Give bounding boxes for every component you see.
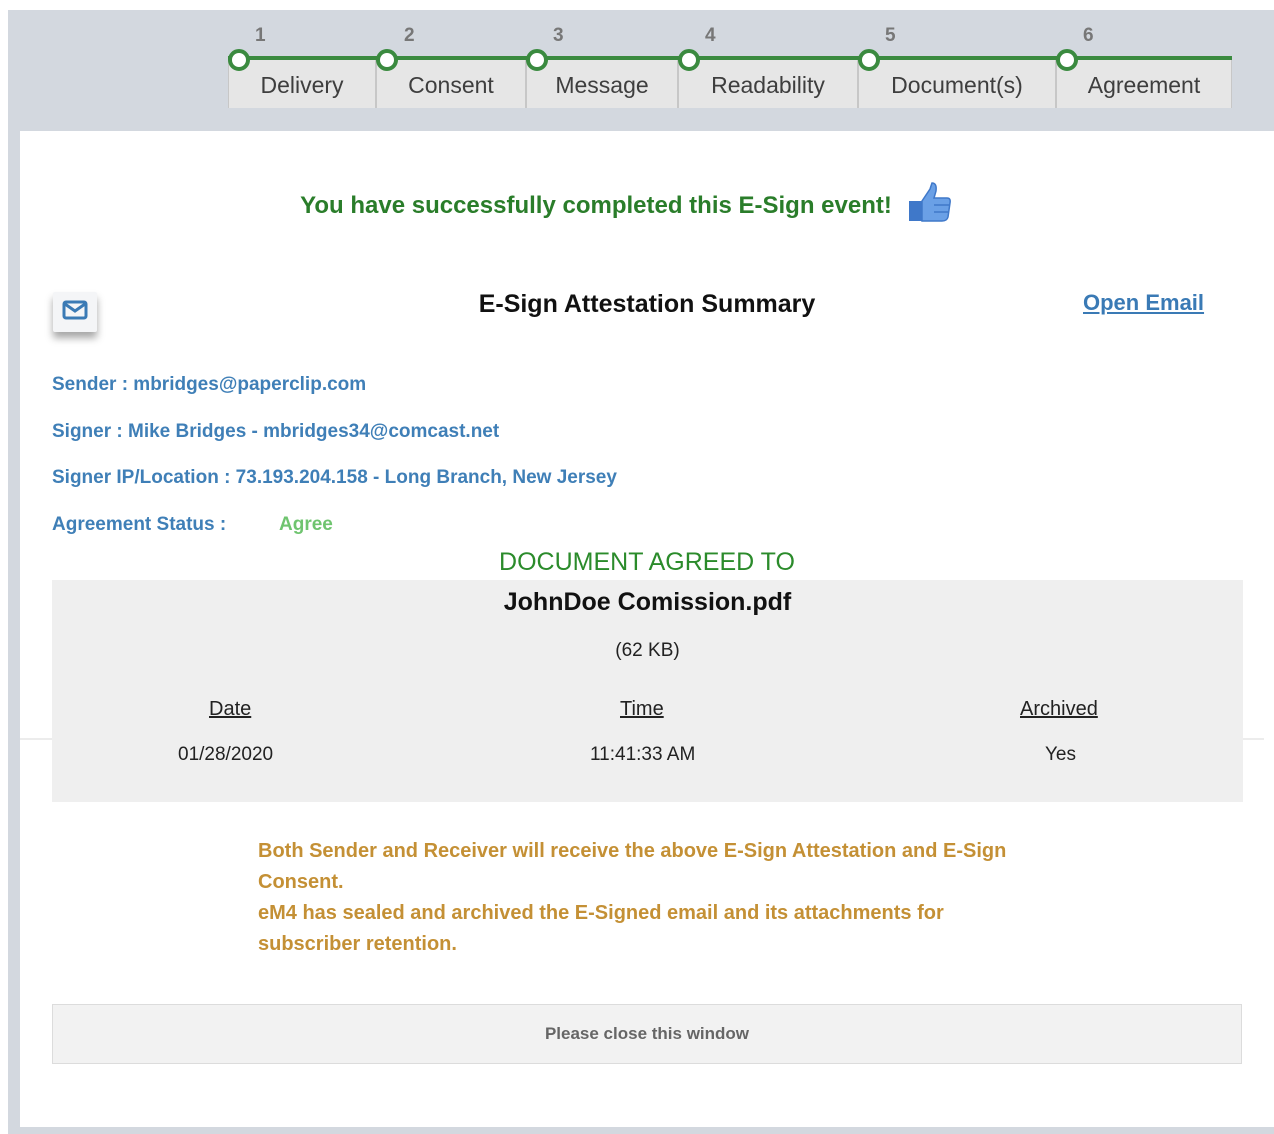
step-marker (376, 49, 398, 71)
document-file-name: JohnDoe Comission.pdf (503, 588, 792, 616)
step-tab-agreement[interactable]: Agreement (1056, 60, 1232, 108)
step-number: 3 (553, 25, 564, 46)
step-label: Agreement (1087, 71, 1201, 98)
notice-line: Both Sender and Receiver will receive th… (258, 840, 1007, 893)
step-marker (858, 49, 880, 71)
step-tab-readability[interactable]: Readability (678, 60, 858, 108)
document-file-size: (62 KB) (615, 640, 680, 661)
thumbs-up-icon (906, 181, 954, 230)
notice-text: Both Sender and Receiver will receive th… (258, 836, 1048, 960)
success-banner: You have successfully completed this E-S… (0, 181, 1254, 230)
step-tab-consent[interactable]: Consent (376, 60, 526, 108)
step-number: 4 (705, 25, 716, 46)
step-number: 6 (1083, 25, 1094, 46)
step-label: Delivery (260, 71, 344, 98)
step-number: 5 (885, 25, 896, 46)
signer-info: Signer : Mike Bridges - mbridges34@comca… (52, 421, 500, 442)
progress-stepper: Delivery Consent Message Readability Doc… (228, 20, 1232, 108)
document-panel: JohnDoe Comission.pdf (62 KB) Date Time … (52, 580, 1243, 802)
step-marker (526, 49, 548, 71)
sender-info: Sender : mbridges@paperclip.com (52, 374, 367, 395)
step-number: 1 (255, 25, 266, 46)
document-time: 11:41:33 AM (590, 744, 696, 765)
agreement-status-value: Agree (279, 514, 333, 535)
step-marker (228, 49, 250, 71)
column-header-time: Time (620, 698, 664, 720)
column-header-date: Date (209, 698, 252, 720)
document-heading: DOCUMENT AGREED TO (499, 548, 795, 576)
step-tab-message[interactable]: Message (526, 60, 678, 108)
success-text: You have successfully completed this E-S… (300, 191, 892, 219)
step-label: Consent (408, 71, 494, 98)
step-tab-delivery[interactable]: Delivery (228, 60, 376, 108)
column-header-archived: Archived (1020, 698, 1098, 720)
notice-line: eM4 has sealed and archived the E-Signed… (258, 902, 944, 955)
open-email-link[interactable]: Open Email (1083, 290, 1204, 316)
close-window-label: Please close this window (544, 1024, 750, 1043)
signer-ip-info: Signer IP/Location : 73.193.204.158 - Lo… (52, 467, 617, 488)
close-window-button[interactable]: Please close this window (52, 1004, 1242, 1064)
step-marker (678, 49, 700, 71)
step-label: Readability (711, 71, 825, 98)
document-archived: Yes (1045, 744, 1076, 765)
step-label: Document(s) (891, 71, 1023, 98)
step-label: Message (555, 71, 649, 98)
step-marker (1056, 49, 1078, 71)
step-tab-documents[interactable]: Document(s) (858, 60, 1056, 108)
step-number: 2 (404, 25, 415, 46)
document-date: 01/28/2020 (178, 744, 274, 765)
agreement-status-label: Agreement Status : (52, 514, 227, 535)
